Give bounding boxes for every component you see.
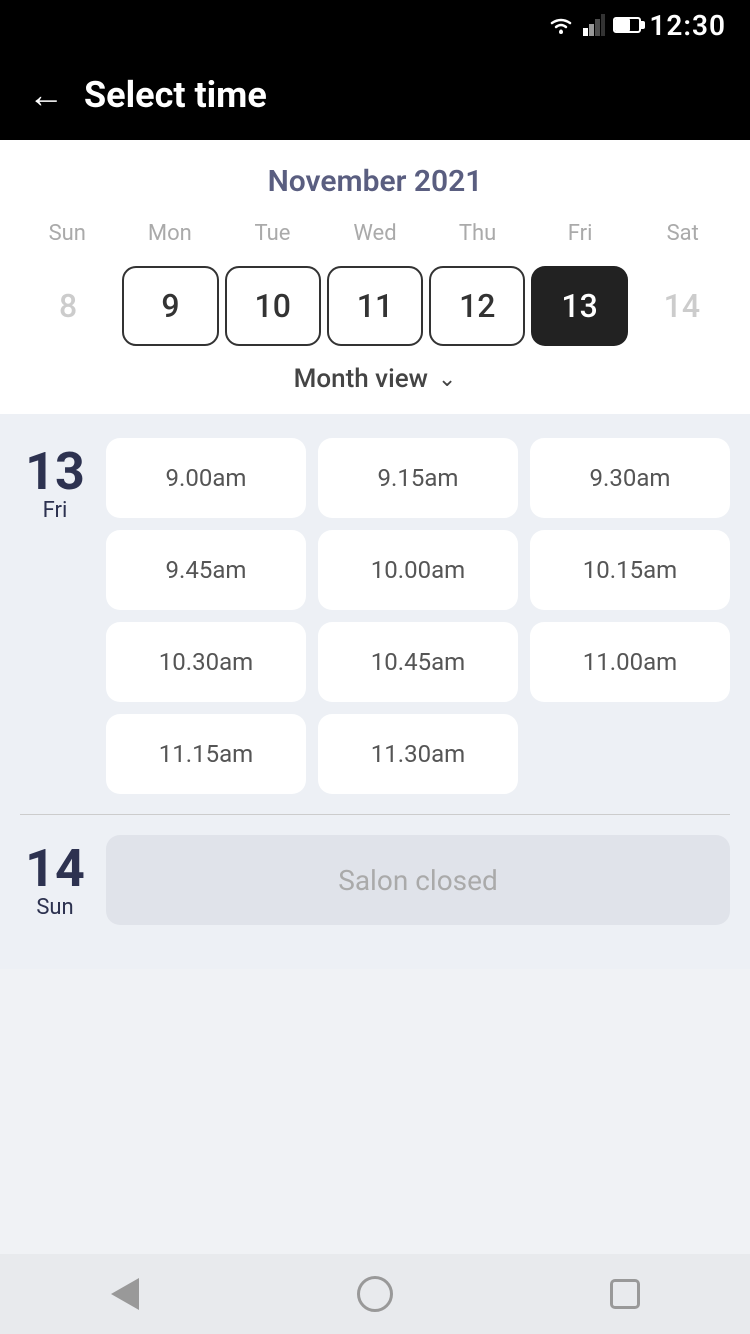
signal-icon: [583, 14, 605, 36]
time-slot-1100[interactable]: 11.00am: [530, 622, 730, 702]
weekday-wed: Wed: [324, 217, 427, 250]
weekday-sun: Sun: [16, 217, 119, 250]
app-header: ← Select time: [0, 50, 750, 140]
weekday-sat: Sat: [631, 217, 734, 250]
status-icons: 12:30: [547, 9, 726, 42]
weekday-tue: Tue: [221, 217, 324, 250]
day-label-14: 14 Sun: [20, 835, 90, 920]
time-slot-1000[interactable]: 10.00am: [318, 530, 518, 610]
time-slot-945[interactable]: 9.45am: [106, 530, 306, 610]
time-slot-1115[interactable]: 11.15am: [106, 714, 306, 794]
date-cell-10[interactable]: 10: [225, 266, 321, 346]
time-slot-1045[interactable]: 10.45am: [318, 622, 518, 702]
day-number-13: 13: [20, 446, 90, 498]
day-divider: [20, 814, 730, 815]
page-title: Select time: [84, 74, 267, 116]
date-cell-13[interactable]: 13: [531, 266, 627, 346]
nav-bar: [0, 1254, 750, 1334]
time-slot-1130[interactable]: 11.30am: [318, 714, 518, 794]
nav-home-button[interactable]: [345, 1264, 405, 1324]
time-slot-900[interactable]: 9.00am: [106, 438, 306, 518]
day-block-13: 13 Fri 9.00am 9.15am 9.30am 9.45am 10.00…: [20, 438, 730, 794]
nav-recent-square-icon: [610, 1279, 640, 1309]
date-cell-14[interactable]: 14: [634, 266, 730, 346]
status-time: 12:30: [649, 9, 726, 42]
time-grid-13: 9.00am 9.15am 9.30am 9.45am 10.00am 10.1…: [106, 438, 730, 794]
battery-icon: [613, 17, 641, 33]
date-cell-9[interactable]: 9: [122, 266, 218, 346]
time-slot-1030[interactable]: 10.30am: [106, 622, 306, 702]
date-cell-12[interactable]: 12: [429, 266, 525, 346]
time-slot-915[interactable]: 9.15am: [318, 438, 518, 518]
nav-back-button[interactable]: [95, 1264, 155, 1324]
day-number-14: 14: [20, 843, 90, 895]
nav-recent-button[interactable]: [595, 1264, 655, 1324]
status-bar: 12:30: [0, 0, 750, 50]
date-row: 8 9 10 11 12 13 14: [16, 260, 734, 346]
month-label: November 2021: [16, 164, 734, 199]
weekday-row: Sun Mon Tue Wed Thu Fri Sat: [16, 217, 734, 250]
time-slot-930[interactable]: 9.30am: [530, 438, 730, 518]
calendar-section: November 2021 Sun Mon Tue Wed Thu Fri Sa…: [0, 140, 750, 414]
month-view-toggle[interactable]: Month view ⌄: [16, 346, 734, 414]
month-view-label: Month view: [294, 364, 428, 394]
time-slot-1015[interactable]: 10.15am: [530, 530, 730, 610]
salon-closed-block: Salon closed: [106, 835, 730, 925]
chevron-down-icon: ⌄: [438, 367, 456, 392]
slots-section: 13 Fri 9.00am 9.15am 9.30am 9.45am 10.00…: [0, 414, 750, 969]
day-block-14: 14 Sun Salon closed: [20, 835, 730, 925]
wifi-icon: [547, 14, 575, 36]
nav-home-circle-icon: [357, 1276, 393, 1312]
nav-back-triangle-icon: [111, 1278, 139, 1310]
weekday-thu: Thu: [426, 217, 529, 250]
salon-closed-label: Salon closed: [338, 864, 498, 897]
date-cell-8[interactable]: 8: [20, 266, 116, 346]
date-cell-11[interactable]: 11: [327, 266, 423, 346]
back-button[interactable]: ←: [28, 77, 64, 113]
day-label-13: 13 Fri: [20, 438, 90, 523]
weekday-mon: Mon: [119, 217, 222, 250]
weekday-fri: Fri: [529, 217, 632, 250]
